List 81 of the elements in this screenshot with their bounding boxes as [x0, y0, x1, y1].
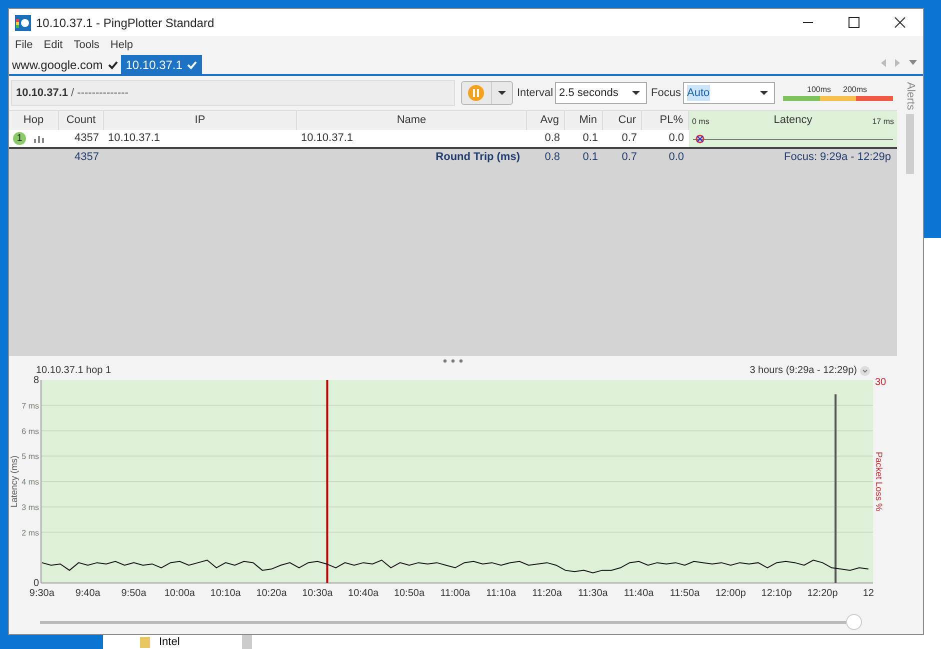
axis-title: Latency (ms) [9, 456, 19, 508]
legend-label: 200ms [843, 86, 868, 94]
time-range[interactable]: 3 hours (9:29a - 12:29p) [750, 363, 857, 378]
axis-tick-label: 8 [33, 375, 39, 386]
axis-tick-label: 9:40a [75, 588, 100, 599]
scrollbar-thumb[interactable] [906, 114, 914, 174]
table-cell-text: 0.8 [544, 131, 560, 146]
axis-tick-label: 10:20a [256, 588, 287, 599]
menu-item[interactable]: File [13, 37, 35, 54]
table-cell-text: 10.10.37.1 [301, 131, 353, 146]
route-path: / -------------- [70, 86, 128, 101]
axis-tick-label: 12 [862, 588, 874, 599]
table-cell-text: 4357 [74, 150, 99, 166]
axis-tick-label: 9:30a [29, 588, 54, 599]
table-cell-text: 0.0 [668, 131, 684, 146]
tab[interactable]: 10.10.37.1 [120, 55, 202, 74]
summary-label: Round Trip (ms) [436, 150, 520, 166]
field-label: Focus [651, 86, 681, 101]
axis-tick-label: 4 ms [22, 478, 39, 486]
axis-tick-label: 6 ms [22, 426, 39, 436]
axis-tick-label: 3 ms [22, 502, 39, 512]
field-label: Interval [516, 86, 554, 101]
table-cell-text: 4357 [74, 131, 99, 146]
table-cell-text: 0.1 [582, 131, 598, 146]
axis-tick-label: 7 ms [22, 401, 39, 410]
dropdown-field[interactable]: Auto [683, 82, 775, 104]
axis-tick-label: 11:00a [440, 588, 470, 599]
axis-tick-label: 12:20p [807, 588, 838, 599]
caret-icon [632, 90, 640, 96]
axis-title: Packet Loss % [874, 452, 884, 512]
table-cell-text: 0.0 [668, 150, 684, 166]
chevron-down-icon[interactable] [860, 366, 870, 376]
scroll-right-icon[interactable] [895, 59, 901, 67]
tab[interactable]: www.google.com [9, 55, 121, 74]
latency-header[interactable]: 0 ms Latency 17 ms [689, 111, 897, 130]
table-cell-text: 0.1 [582, 150, 598, 166]
app-logo-icon [15, 14, 31, 30]
axis-tick-label: 2 ms [22, 528, 39, 538]
splitter-handle-icon[interactable] [443, 359, 463, 363]
axis-tick-label: 10:10a [210, 588, 241, 599]
axis-tick-label: 12:10p [761, 588, 792, 599]
check-icon [108, 60, 118, 70]
folder-name[interactable]: Intel [159, 636, 180, 648]
focus-range: Focus: 9:29a - 12:29p [784, 150, 891, 166]
hop-number: 1 [13, 132, 26, 145]
bar-chart-icon[interactable] [34, 134, 44, 142]
axis-tick-label: 12:00p [715, 588, 746, 599]
axis-tick-label: 9:50a [121, 588, 146, 599]
axis-tick-label: 0 [33, 578, 39, 589]
menu-item[interactable]: Edit [42, 37, 65, 54]
graph-title: 10.10.37.1 hop 1 [36, 364, 112, 376]
target-address: 10.10.37.1 [16, 86, 68, 101]
axis-tick-label: 11:30a [578, 588, 608, 599]
caret-icon [498, 90, 506, 96]
tab-menu-icon[interactable] [909, 60, 917, 66]
table-cell-text: 10.10.37.1 [108, 131, 160, 146]
table-cell-text: 0.7 [622, 131, 637, 146]
axis-tick-label: 11:40a [624, 588, 654, 599]
slider-thumb[interactable] [846, 614, 862, 630]
axis-tick-label: 10:40a [348, 588, 379, 599]
dropdown-field[interactable]: 2.5 seconds [555, 82, 648, 104]
caret-icon [760, 90, 768, 96]
pause-icon [468, 85, 484, 101]
axis-tick-label: 10:50a [394, 588, 425, 599]
scroll-left-icon[interactable] [881, 59, 887, 67]
axis-tick-label: 10:30a [302, 588, 333, 599]
folder-icon [139, 636, 151, 648]
menu-item[interactable]: Help [108, 37, 136, 54]
window-title: 10.10.37.1 - PingPlotter Standard [36, 14, 214, 32]
axis-tick-label: 11:20a [532, 588, 562, 599]
scrollbar[interactable] [242, 635, 252, 649]
table-cell-text: 0.7 [622, 150, 637, 166]
axis-tick-label: 11:10a [486, 588, 516, 599]
axis-tick-label: 11:50a [670, 588, 700, 599]
axis-tick-label: 5 ms [22, 452, 39, 462]
axis-tick-label: 30 [875, 377, 886, 388]
legend-label: 100ms [807, 86, 832, 94]
check-icon [187, 60, 198, 70]
axis-tick-label: 10:00a [164, 588, 195, 599]
table-cell-text: 0.8 [544, 150, 560, 166]
menu-item[interactable]: Tools [72, 37, 102, 54]
